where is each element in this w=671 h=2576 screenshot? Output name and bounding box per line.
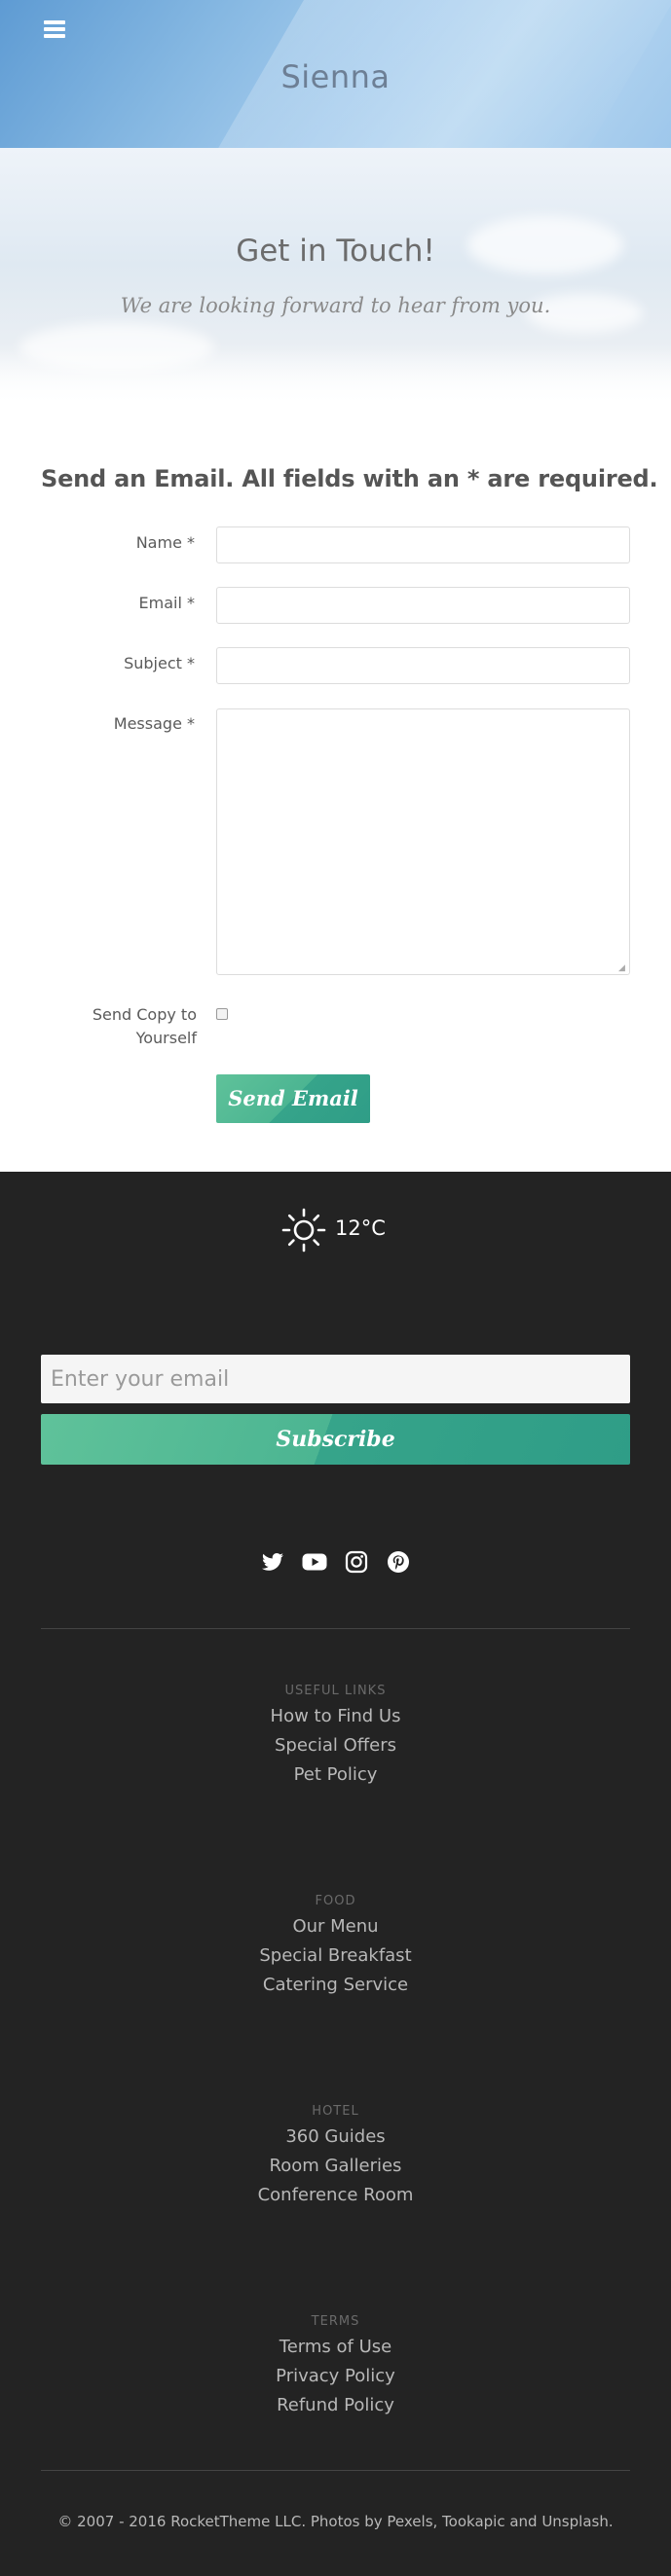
footer-link-room-galleries[interactable]: Room Galleries — [0, 2152, 671, 2181]
pinterest-icon[interactable] — [387, 1550, 410, 1574]
footer-group-hotel: Hotel 360 Guides Room Galleries Conferen… — [0, 2101, 671, 2210]
message-label: Message * — [113, 714, 195, 733]
footer-group-food: Food Our Menu Special Breakfast Catering… — [0, 1891, 671, 2000]
footer-divider — [41, 1628, 630, 1629]
footer-link-our-menu[interactable]: Our Menu — [0, 1912, 671, 1941]
footer-link-catering-service[interactable]: Catering Service — [0, 1971, 671, 2000]
footer-divider — [41, 2470, 630, 2471]
footer-link-privacy-policy[interactable]: Privacy Policy — [0, 2362, 671, 2391]
instagram-icon[interactable] — [345, 1550, 368, 1574]
twitter-icon[interactable] — [261, 1550, 284, 1574]
email-field[interactable] — [216, 587, 630, 624]
send-email-button[interactable]: Send Email — [216, 1074, 370, 1123]
send-copy-checkbox[interactable] — [216, 1008, 228, 1020]
subject-field[interactable] — [216, 647, 630, 684]
group-heading: Terms — [311, 2314, 360, 2329]
subject-label: Subject * — [124, 654, 195, 672]
message-field[interactable] — [216, 708, 630, 975]
form-title: Send an Email. All fields with an * are … — [41, 465, 658, 492]
footer-link-how-to-find-us[interactable]: How to Find Us — [0, 1702, 671, 1731]
youtube-icon[interactable] — [302, 1550, 327, 1574]
name-label: Name * — [135, 533, 195, 552]
footer-link-special-offers[interactable]: Special Offers — [0, 1731, 671, 1760]
hamburger-menu-icon[interactable] — [44, 19, 65, 39]
footer-link-refund-policy[interactable]: Refund Policy — [0, 2391, 671, 2420]
name-field[interactable] — [216, 526, 630, 563]
site-header: Sienna — [0, 0, 671, 148]
sun-icon — [281, 1208, 326, 1252]
site-footer: 12°C Subscribe Useful Links How to Find … — [0, 1172, 671, 2576]
group-heading: Food — [315, 1894, 356, 1908]
subscribe-button[interactable]: Subscribe — [41, 1414, 630, 1465]
hero-banner: Get in Touch! We are looking forward to … — [0, 148, 671, 407]
send-copy-label: Send Copy to Yourself — [92, 1005, 197, 1047]
footer-link-conference-room[interactable]: Conference Room — [0, 2181, 671, 2210]
footer-group-terms: Terms Terms of Use Privacy Policy Refund… — [0, 2311, 671, 2420]
footer-link-special-breakfast[interactable]: Special Breakfast — [0, 1941, 671, 1971]
resize-grip-icon[interactable]: ◢ — [618, 963, 628, 973]
email-label: Email * — [138, 594, 195, 612]
footer-link-terms-of-use[interactable]: Terms of Use — [0, 2333, 671, 2362]
footer-group-useful-links: Useful Links How to Find Us Special Offe… — [0, 1681, 671, 1790]
weather-temperature: 12°C — [335, 1216, 386, 1240]
footer-link-pet-policy[interactable]: Pet Policy — [0, 1760, 671, 1790]
group-heading: Hotel — [312, 2104, 359, 2119]
hero-subtitle: We are looking forward to hear from you. — [120, 294, 551, 317]
site-title[interactable]: Sienna — [0, 58, 671, 95]
footer-link-360-guides[interactable]: 360 Guides — [0, 2122, 671, 2152]
hero-title: Get in Touch! — [236, 234, 435, 269]
newsletter-email-input[interactable] — [41, 1355, 630, 1403]
copyright-text: © 2007 - 2016 RocketTheme LLC. Photos by… — [57, 2513, 614, 2530]
group-heading: Useful Links — [284, 1684, 387, 1698]
